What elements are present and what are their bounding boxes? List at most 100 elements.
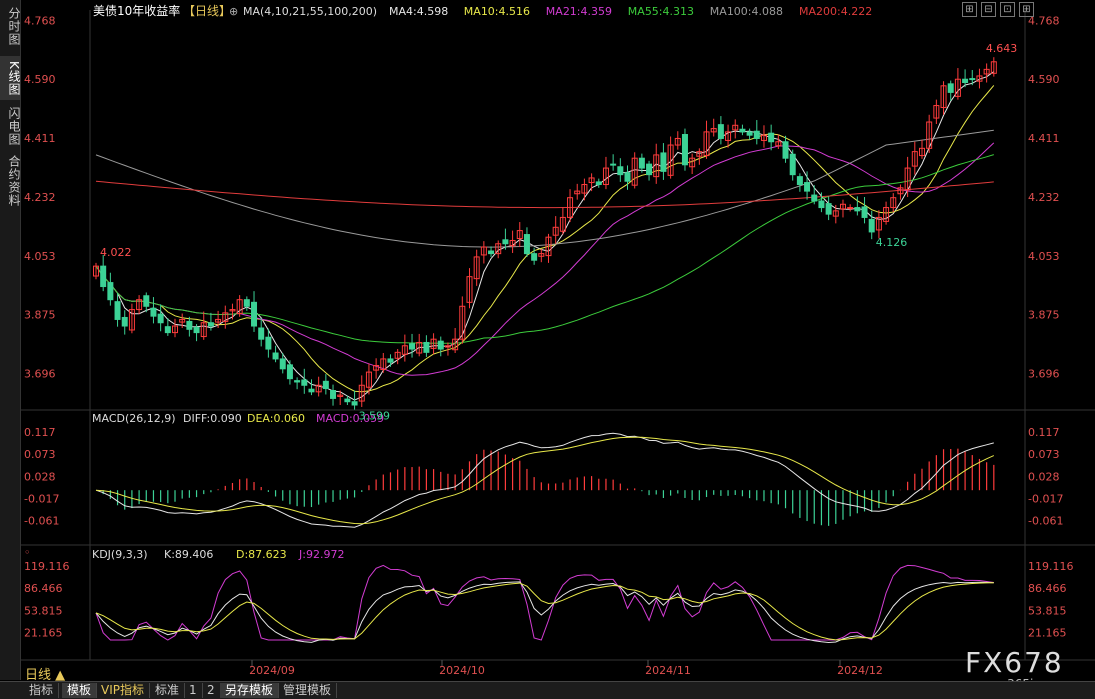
candle-body <box>488 250 495 255</box>
candle-body <box>279 358 286 370</box>
kdj-d: D:87.623 <box>236 548 287 561</box>
candle-body <box>717 124 724 139</box>
ma-line-100 <box>95 129 994 248</box>
macd-tick-left: 0.028 <box>24 470 56 483</box>
date-label: 2024/09 <box>249 664 295 677</box>
macd-tick-right: 0.028 <box>1028 470 1060 483</box>
crosshair-icon[interactable]: ⊞ <box>962 2 977 17</box>
candle-body <box>861 206 868 218</box>
kline-chart[interactable]: MACD(26,12,9) DIFF:0.090 DEA:0.060 MACD:0.0… <box>0 0 1095 680</box>
candle-body <box>531 253 538 261</box>
bottom-tab-4[interactable]: 1 <box>184 683 203 698</box>
ma-value: MA100:4.088 <box>710 5 783 18</box>
price-tick-left: 3.875 <box>24 309 56 322</box>
annotation-low1: 3.599 <box>359 409 391 422</box>
grid-icon[interactable]: ⊞ <box>1019 2 1034 17</box>
candle-body <box>660 152 667 172</box>
ma-value: MA200:4.222 <box>799 5 872 18</box>
kdj-tick-right: 86.466 <box>1028 582 1067 595</box>
candle-body <box>344 398 351 403</box>
candle-body <box>681 134 688 166</box>
bottom-tab-5[interactable]: 2 <box>202 683 221 698</box>
candle-body <box>782 141 789 159</box>
macd-tick-right: 0.073 <box>1028 448 1060 461</box>
candle-body <box>646 163 653 176</box>
candle-body <box>854 207 861 212</box>
split-icon[interactable]: ⊡ <box>1000 2 1015 17</box>
macd-tick-right: -0.061 <box>1028 515 1063 528</box>
ma-line-10 <box>95 85 995 393</box>
candle-body <box>243 299 250 307</box>
bottom-tab-6[interactable]: 另存模板 <box>220 683 280 698</box>
candle-body <box>114 301 121 320</box>
candle-body <box>193 326 200 334</box>
candle-body <box>804 182 811 192</box>
macd-tick-left: -0.017 <box>24 493 59 506</box>
candle-body <box>868 218 875 233</box>
ma-line-200 <box>95 180 994 209</box>
candle-body <box>847 207 854 210</box>
chart-period: 【日线】 <box>183 4 231 18</box>
price-tick-left: 3.696 <box>24 367 56 380</box>
candle-body <box>969 78 976 81</box>
candle-body <box>322 380 329 390</box>
kdj-k: K:89.406 <box>164 548 213 561</box>
candle-body <box>387 358 394 363</box>
candle-body <box>330 390 337 399</box>
candle-body <box>624 172 631 182</box>
macd-diff: DIFF:0.090 <box>183 412 242 425</box>
bottom-tab-2[interactable]: VIP指标 <box>96 683 150 698</box>
date-label: 2024/12 <box>837 664 883 677</box>
candle-body <box>789 153 796 176</box>
candle-body <box>409 343 416 350</box>
candle-body <box>962 78 969 84</box>
candle-body <box>301 379 308 386</box>
candle-body <box>947 83 954 93</box>
candle-body <box>157 313 164 324</box>
candle-body <box>100 265 107 288</box>
price-tick-right: 4.232 <box>1028 191 1060 204</box>
kdj-tick-right: 21.165 <box>1028 626 1067 639</box>
candle-body <box>638 157 645 169</box>
kdj-tick-left: 119.116 <box>24 560 70 573</box>
macd-tick-left: 0.117 <box>24 426 56 439</box>
annotation-low2: 4.126 <box>876 236 908 249</box>
bottom-tab-3[interactable]: 标准 <box>150 683 186 698</box>
candle-body <box>207 322 214 327</box>
ma-label: MA(4,10,21,55,100,200) <box>243 5 377 18</box>
bottom-tab-7[interactable]: 管理模板 <box>278 683 338 698</box>
candle-body <box>258 327 265 340</box>
ma-value: MA4:4.598 <box>389 5 448 18</box>
chart-title: 美债10年收益率 <box>93 3 180 18</box>
kdj-j: J:92.972 <box>298 548 344 561</box>
zoom-out-icon[interactable]: ⊟ <box>981 2 996 17</box>
kdj-tick-left: 21.165 <box>24 626 63 639</box>
candle-body <box>746 131 753 136</box>
candle-body <box>107 282 114 301</box>
ma-value: MA55:4.313 <box>628 5 694 18</box>
price-tick-right: 3.875 <box>1028 309 1060 322</box>
macd-tick-left: -0.061 <box>24 515 59 528</box>
price-tick-right: 4.590 <box>1028 73 1060 86</box>
candle-body <box>265 336 272 350</box>
candle-body <box>523 234 530 255</box>
kdj-tick-left: 86.466 <box>24 582 63 595</box>
macd-dea-line <box>95 436 995 525</box>
macd-dea: DEA:0.060 <box>247 412 305 425</box>
bottom-toolbar: 指标 模板 VIP指标 标准 1 2 另存模板 管理模板 <box>0 681 1095 699</box>
bottom-tab-0[interactable]: 指标 <box>24 683 60 698</box>
ma-line-4 <box>95 71 995 401</box>
kdj-label: KDJ(9,3,3) <box>92 548 148 561</box>
price-tick-left: 4.411 <box>24 132 56 145</box>
bottom-tab-1[interactable]: 模板 <box>62 683 98 698</box>
candle-body <box>753 130 760 139</box>
candle-body <box>150 307 157 317</box>
annotation-start: 4.022 <box>100 246 132 259</box>
macd-tick-right: -0.017 <box>1028 493 1063 506</box>
candle-body <box>186 320 193 330</box>
candle-body <box>351 401 358 406</box>
macd-tick-right: 0.117 <box>1028 426 1060 439</box>
annotation-high: 4.643 <box>986 42 1018 55</box>
price-tick-right: 3.696 <box>1028 367 1060 380</box>
price-tick-left: 4.232 <box>24 191 56 204</box>
